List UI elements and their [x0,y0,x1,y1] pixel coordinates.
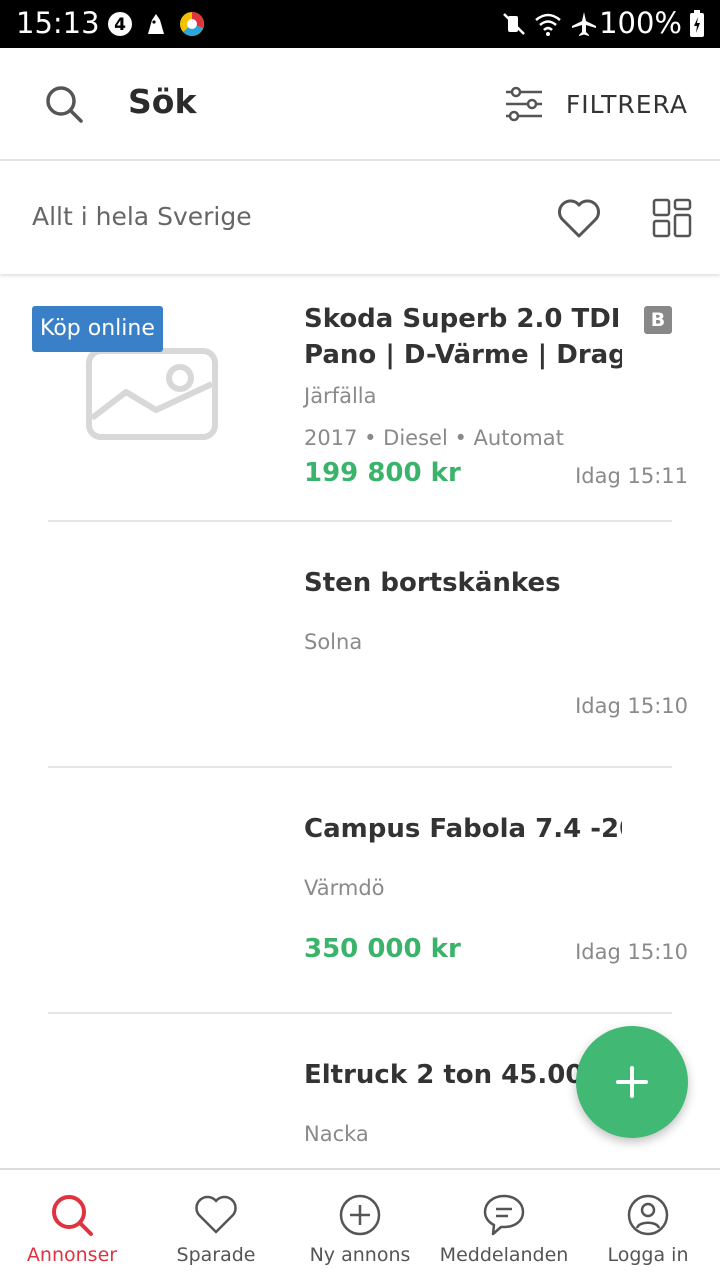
nav-annonser[interactable]: Annonser [0,1170,144,1280]
filter-button[interactable]: FILTRERA [504,84,688,124]
status-time: 15:13 [16,6,100,40]
listing-date: Idag 15:11 [575,464,688,488]
listing-price: 350 000 kr [304,934,461,964]
mute-icon [503,13,525,35]
listing-title-line1: Skoda Superb 2.0 TDI | [304,304,622,334]
listing-location: Nacka [304,1122,369,1146]
page-title: Sök [128,82,197,121]
listing-location: Järfälla [304,384,377,408]
search-icon[interactable] [44,84,84,124]
search-icon [52,1195,93,1236]
wifi-icon [535,13,561,36]
new-ad-fab-button[interactable] [576,1026,688,1138]
bottom-navigation: Annonser Sparade Ny annons Meddelanden L… [0,1168,720,1280]
company-badge: B [644,306,672,334]
heart-icon [195,1195,237,1234]
top-app-bar: Sök FILTRERA [0,48,720,161]
plus-icon [616,1066,648,1098]
svg-text:4: 4 [114,15,126,35]
listing-price: 199 800 kr [304,458,461,488]
filter-sliders-icon [505,86,542,122]
fox-icon [148,14,164,34]
status-bar: 15:13 4 100% [0,0,720,48]
nav-label: Sparade [176,1244,256,1266]
listing-location: Solna [304,630,363,654]
image-placeholder-icon [86,348,218,440]
nav-label: Meddelanden [439,1244,569,1266]
chat-icon [483,1194,525,1236]
user-icon [627,1194,669,1236]
listing-date: Idag 15:10 [575,694,688,718]
nav-label: Logga in [607,1244,689,1266]
airplane-icon [572,12,596,36]
location-selector[interactable]: Allt i hela Sverige [32,202,252,231]
location-bar: Allt i hela Sverige [0,162,720,274]
listing-title-line2: Pano | D-Värme | Drag [304,340,622,370]
listing-title: Eltruck 2 ton 45.000 [304,1060,602,1090]
buy-online-badge: Köp online [32,306,163,352]
listing-meta: 2017 • Diesel • Automat [304,426,564,450]
battery-icon [690,10,704,37]
listing-item[interactable]: Köp online Skoda Superb 2.0 TDI | Pano |… [0,276,720,522]
nav-ny-annons[interactable]: Ny annons [288,1170,432,1280]
battery-percent: 100% [599,6,682,40]
nav-label: Ny annons [309,1244,411,1266]
nav-logga-in[interactable]: Logga in [576,1170,720,1280]
plus-circle-icon [339,1194,381,1236]
listing-location: Värmdö [304,876,385,900]
listing-item[interactable]: Sten bortskänkes Solna Idag 15:10 [0,522,720,768]
chrome-like-icon [180,12,204,36]
four-badge-icon: 4 [108,12,132,36]
listing-title: Campus Fabola 7.4 -2017 [304,814,622,844]
nav-label: Annonser [26,1244,118,1266]
filter-label: FILTRERA [565,89,688,119]
nav-meddelanden[interactable]: Meddelanden [432,1170,576,1280]
listing-title: Sten bortskänkes [304,568,561,598]
nav-sparade[interactable]: Sparade [144,1170,288,1280]
save-search-heart-icon[interactable] [556,196,602,242]
listing-date: Idag 15:10 [575,940,688,964]
grid-view-icon[interactable] [652,198,692,238]
listing-item[interactable]: Campus Fabola 7.4 -2017 Värmdö 350 000 k… [0,768,720,1014]
